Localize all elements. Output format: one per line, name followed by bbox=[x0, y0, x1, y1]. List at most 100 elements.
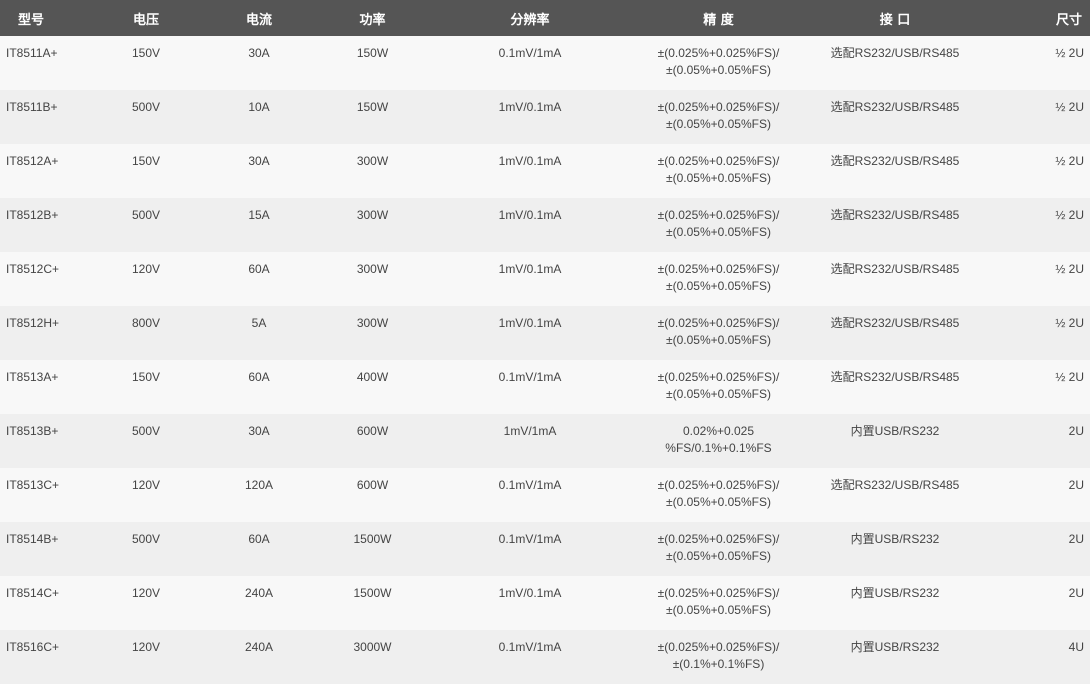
cell-accuracy: ±(0.025%+0.025%FS)/ ±(0.05%+0.05%FS) bbox=[631, 576, 806, 619]
cell-power: 300W bbox=[356, 208, 389, 222]
cell-size: 4U bbox=[1068, 640, 1084, 654]
cell-resolution: 1mV/0.1mA bbox=[498, 586, 562, 600]
column-header-interface: 接 口 bbox=[879, 12, 911, 28]
column-header-current: 电流 bbox=[245, 12, 272, 28]
cell-size: 2U bbox=[1068, 586, 1084, 600]
cell-interface: 选配RS232/USB/RS485 bbox=[830, 46, 960, 60]
cell-voltage: 120V bbox=[131, 640, 161, 654]
accuracy-line: ±(0.025%+0.025%FS)/ bbox=[657, 208, 780, 222]
table-row: IT8512H+ 800V 5A 300W 1mV/0.1mA ±(0.025%+0.02… bbox=[0, 306, 1090, 360]
cell-interface: 内置USB/RS232 bbox=[850, 640, 940, 654]
table-row: IT8513B+ 500V 30A 600W 1mV/1mA 0.02%+0.025 %FS… bbox=[0, 414, 1090, 468]
cell-power: 300W bbox=[356, 154, 389, 168]
cell-model: IT8512C+ bbox=[6, 262, 60, 276]
cell-model: IT8514B+ bbox=[6, 532, 59, 546]
cell-current: 60A bbox=[248, 370, 270, 384]
cell-size: ½ 2U bbox=[1055, 262, 1084, 276]
cell-power: 150W bbox=[356, 100, 389, 114]
accuracy-line: ±(0.05%+0.05%FS) bbox=[666, 171, 771, 185]
cell-power: 600W bbox=[356, 478, 389, 492]
cell-interface: 选配RS232/USB/RS485 bbox=[830, 262, 960, 276]
cell-current: 30A bbox=[248, 46, 270, 60]
cell-interface: 内置USB/RS232 bbox=[850, 424, 940, 438]
cell-interface: 选配RS232/USB/RS485 bbox=[830, 154, 960, 168]
table-header: 型号 电压 电流 功率 分辨率 精 度 接 口 尺寸 bbox=[0, 0, 1090, 36]
cell-accuracy: 0.02%+0.025 %FS/0.1%+0.1%FS bbox=[631, 414, 806, 457]
accuracy-line: ±(0.05%+0.05%FS) bbox=[666, 279, 771, 293]
cell-power: 300W bbox=[356, 316, 389, 330]
column-header-model: 型号 bbox=[18, 12, 45, 28]
cell-size: 2U bbox=[1068, 478, 1084, 492]
cell-accuracy: ±(0.025%+0.025%FS)/ ±(0.05%+0.05%FS) bbox=[631, 36, 806, 79]
cell-size: ½ 2U bbox=[1055, 46, 1084, 60]
table-row: IT8511A+ 150V 30A 150W 0.1mV/1mA ±(0.025%+0.0… bbox=[0, 36, 1090, 90]
accuracy-line: ±(0.05%+0.05%FS) bbox=[666, 63, 771, 77]
accuracy-line: ±(0.025%+0.025%FS)/ bbox=[657, 586, 780, 600]
accuracy-line: ±(0.05%+0.05%FS) bbox=[666, 549, 771, 563]
accuracy-line: ±(0.025%+0.025%FS)/ bbox=[657, 154, 780, 168]
cell-current: 30A bbox=[248, 424, 270, 438]
accuracy-line: ±(0.1%+0.1%FS) bbox=[672, 657, 765, 671]
cell-voltage: 500V bbox=[131, 208, 161, 222]
accuracy-line: ±(0.05%+0.05%FS) bbox=[666, 117, 771, 131]
cell-accuracy: ±(0.025%+0.025%FS)/ ±(0.05%+0.05%FS) bbox=[631, 198, 806, 241]
cell-model: IT8513B+ bbox=[6, 424, 59, 438]
accuracy-line: ±(0.025%+0.025%FS)/ bbox=[657, 370, 780, 384]
cell-model: IT8512B+ bbox=[6, 208, 59, 222]
column-header-resolution: 分辨率 bbox=[510, 12, 550, 28]
cell-accuracy: ±(0.025%+0.025%FS)/ ±(0.05%+0.05%FS) bbox=[631, 144, 806, 187]
cell-accuracy: ±(0.025%+0.025%FS)/ ±(0.05%+0.05%FS) bbox=[631, 90, 806, 133]
accuracy-line: ±(0.025%+0.025%FS)/ bbox=[657, 262, 780, 276]
column-header-size: 尺寸 bbox=[1055, 12, 1082, 28]
cell-current: 240A bbox=[244, 586, 274, 600]
cell-accuracy: ±(0.025%+0.025%FS)/ ±(0.05%+0.05%FS) bbox=[631, 522, 806, 565]
cell-voltage: 500V bbox=[131, 532, 161, 546]
table-row: IT8514C+ 120V 240A 1500W 1mV/0.1mA ±(0.025%+0… bbox=[0, 576, 1090, 630]
cell-resolution: 0.1mV/1mA bbox=[498, 640, 562, 654]
cell-size: ½ 2U bbox=[1055, 208, 1084, 222]
cell-voltage: 500V bbox=[131, 100, 161, 114]
accuracy-line: %FS/0.1%+0.1%FS bbox=[665, 441, 772, 455]
cell-resolution: 1mV/0.1mA bbox=[498, 262, 562, 276]
cell-power: 1500W bbox=[353, 532, 392, 546]
cell-resolution: 1mV/0.1mA bbox=[498, 100, 562, 114]
cell-current: 60A bbox=[248, 262, 270, 276]
cell-current: 240A bbox=[244, 640, 274, 654]
column-header-voltage: 电压 bbox=[132, 12, 159, 28]
cell-resolution: 0.1mV/1mA bbox=[498, 532, 562, 546]
cell-power: 3000W bbox=[353, 640, 392, 654]
cell-interface: 内置USB/RS232 bbox=[850, 532, 940, 546]
cell-current: 15A bbox=[248, 208, 270, 222]
cell-resolution: 1mV/0.1mA bbox=[498, 208, 562, 222]
cell-resolution: 0.1mV/1mA bbox=[498, 370, 562, 384]
cell-voltage: 150V bbox=[131, 370, 161, 384]
cell-voltage: 150V bbox=[131, 46, 161, 60]
cell-power: 150W bbox=[356, 46, 389, 60]
table-row: IT8513A+ 150V 60A 400W 0.1mV/1mA ±(0.025%+0.0… bbox=[0, 360, 1090, 414]
cell-size: ½ 2U bbox=[1055, 370, 1084, 384]
cell-size: ½ 2U bbox=[1055, 316, 1084, 330]
cell-current: 120A bbox=[244, 478, 274, 492]
cell-current: 30A bbox=[248, 154, 270, 168]
cell-interface: 选配RS232/USB/RS485 bbox=[830, 208, 960, 222]
cell-accuracy: ±(0.025%+0.025%FS)/ ±(0.05%+0.05%FS) bbox=[631, 252, 806, 295]
cell-interface: 选配RS232/USB/RS485 bbox=[830, 316, 960, 330]
accuracy-line: ±(0.025%+0.025%FS)/ bbox=[657, 532, 780, 546]
column-header-accuracy: 精 度 bbox=[703, 12, 734, 28]
cell-size: 2U bbox=[1068, 424, 1084, 438]
cell-power: 400W bbox=[356, 370, 389, 384]
table-body: IT8511A+ 150V 30A 150W 0.1mV/1mA ±(0.025%+0.0… bbox=[0, 36, 1090, 684]
cell-model: IT8513A+ bbox=[6, 370, 59, 384]
cell-interface: 选配RS232/USB/RS485 bbox=[830, 100, 960, 114]
cell-power: 1500W bbox=[353, 586, 392, 600]
cell-size: ½ 2U bbox=[1055, 154, 1084, 168]
cell-interface: 选配RS232/USB/RS485 bbox=[830, 478, 960, 492]
cell-accuracy: ±(0.025%+0.025%FS)/ ±(0.05%+0.05%FS) bbox=[631, 360, 806, 403]
cell-resolution: 0.1mV/1mA bbox=[498, 46, 562, 60]
cell-model: IT8516C+ bbox=[6, 640, 60, 654]
cell-resolution: 0.1mV/1mA bbox=[498, 478, 562, 492]
cell-current: 60A bbox=[248, 532, 270, 546]
accuracy-line: ±(0.05%+0.05%FS) bbox=[666, 333, 771, 347]
cell-voltage: 150V bbox=[131, 154, 161, 168]
accuracy-line: ±(0.025%+0.025%FS)/ bbox=[657, 100, 780, 114]
